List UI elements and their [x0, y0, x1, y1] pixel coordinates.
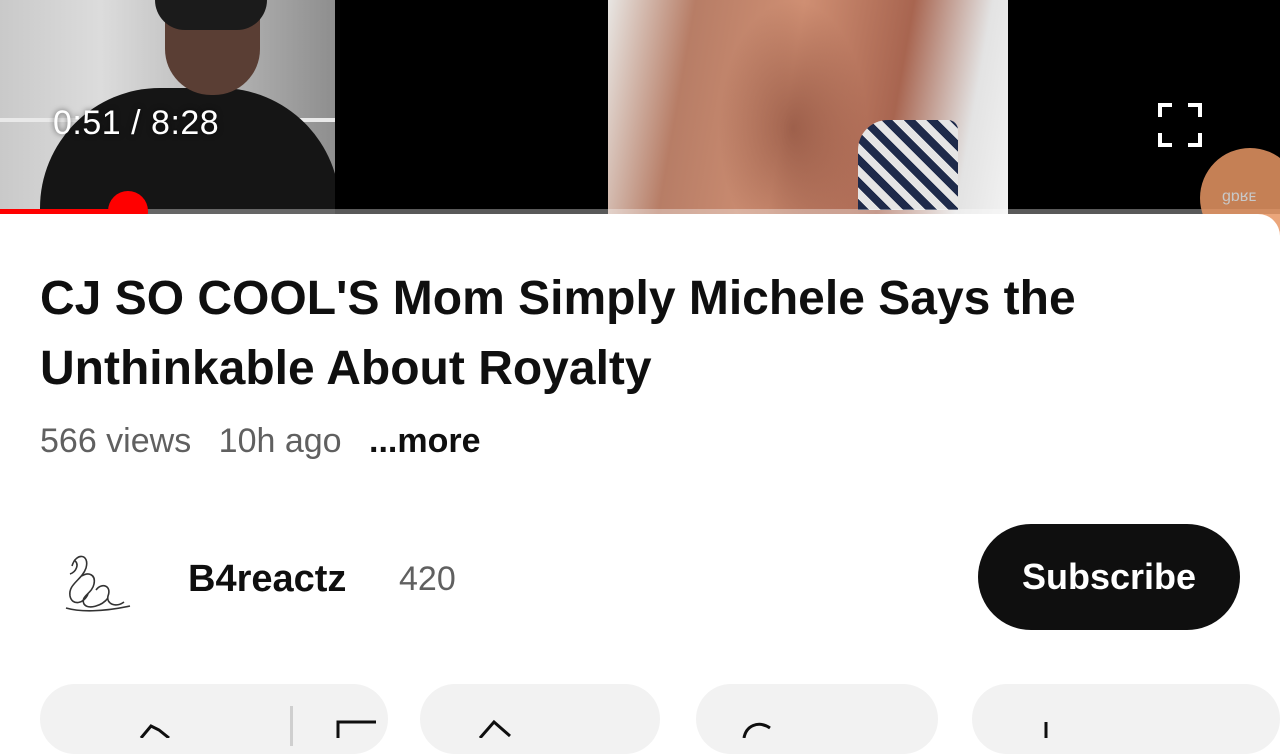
- share-chip[interactable]: [420, 684, 660, 754]
- chip-divider: [290, 706, 293, 746]
- channel-name[interactable]: B4reactz: [188, 558, 346, 601]
- channel-row[interactable]: B4reactz 420 Subscribe: [0, 524, 1280, 634]
- remix-chip[interactable]: [696, 684, 938, 754]
- remix-icon: [742, 722, 771, 738]
- time-display: 0:51 / 8:28: [53, 104, 219, 143]
- video-player[interactable]: 0:51 / 8:28: [0, 0, 1280, 214]
- video-frame-dark: [335, 0, 608, 214]
- share-icon: [478, 719, 511, 738]
- like-dislike-icon: [139, 724, 170, 738]
- video-details-sheet: CJ SO COOL'S Mom Simply Michele Says the…: [0, 214, 1280, 754]
- duration: 8:28: [151, 104, 220, 142]
- download-chip[interactable]: [972, 684, 1280, 754]
- fullscreen-icon[interactable]: [1158, 103, 1202, 147]
- video-frame-clip: [608, 0, 1008, 214]
- download-icon: [1044, 722, 1048, 738]
- signature-logo-icon[interactable]: [58, 546, 134, 622]
- upload-age: 10h ago: [218, 422, 342, 460]
- view-count: 566 views: [40, 422, 192, 460]
- dislike-icon: [336, 720, 376, 738]
- video-meta[interactable]: 566 views 10h ago ...more: [40, 422, 481, 461]
- action-chip-bar: [0, 684, 1280, 754]
- subscriber-count: 420: [399, 560, 456, 598]
- subscribe-button[interactable]: Subscribe: [978, 524, 1240, 630]
- overlay-label: ɡɒʁᴇ: [1222, 188, 1257, 205]
- time-separator: /: [131, 104, 142, 142]
- more-link[interactable]: ...more: [369, 422, 480, 460]
- current-time: 0:51: [53, 104, 122, 142]
- like-dislike-chip[interactable]: [40, 684, 388, 754]
- video-title[interactable]: CJ SO COOL'S Mom Simply Michele Says the…: [40, 264, 1220, 404]
